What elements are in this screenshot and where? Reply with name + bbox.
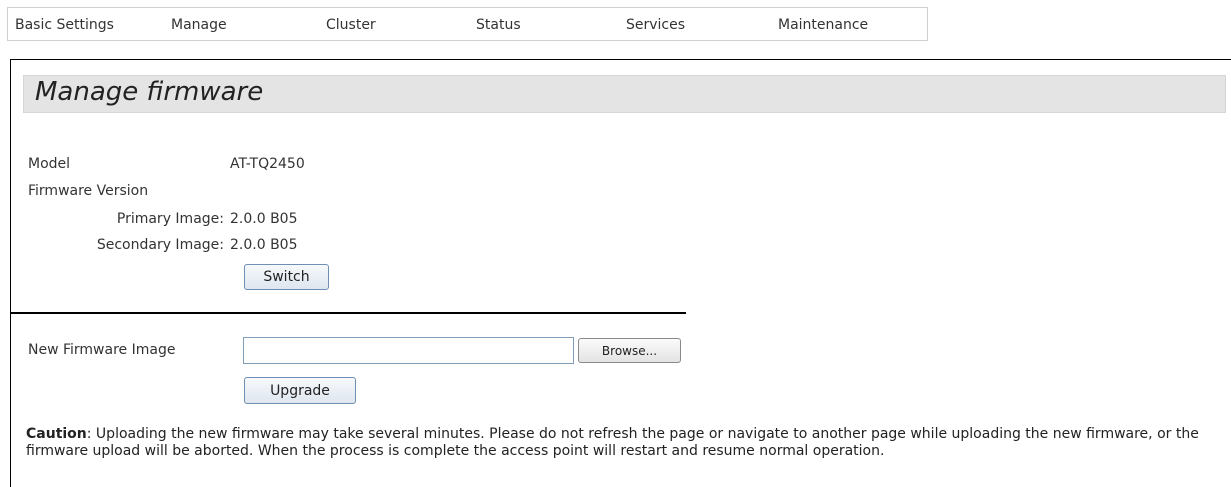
nav-basic-settings[interactable]: Basic Settings <box>15 17 114 33</box>
firmware-version-label: Firmware Version <box>28 183 149 199</box>
new-firmware-image-label: New Firmware Image <box>28 342 176 358</box>
model-label: Model <box>28 156 71 172</box>
top-navigation: Basic Settings Manage Cluster Status Ser… <box>7 7 928 41</box>
model-value: AT-TQ2450 <box>230 156 305 172</box>
secondary-image-value: 2.0.0 B05 <box>230 237 298 253</box>
caution-text: : Uploading the new firmware may take se… <box>26 426 1199 459</box>
caution-prefix: Caution <box>26 426 87 442</box>
secondary-image-label: Secondary Image: <box>96 237 224 253</box>
firmware-file-input[interactable] <box>243 337 574 364</box>
page-title-bar: Manage firmware <box>23 75 1226 113</box>
nav-status[interactable]: Status <box>476 17 521 33</box>
nav-cluster[interactable]: Cluster <box>326 17 376 33</box>
content-panel: Manage firmware Model AT-TQ2450 Firmware… <box>10 59 1231 487</box>
nav-services[interactable]: Services <box>626 17 685 33</box>
primary-image-value: 2.0.0 B05 <box>230 211 298 227</box>
primary-image-label: Primary Image: <box>116 211 224 227</box>
switch-button[interactable]: Switch <box>244 264 329 290</box>
caution-message: Caution: Uploading the new firmware may … <box>26 426 1201 460</box>
section-divider <box>11 312 686 314</box>
page-title: Manage firmware <box>35 77 264 107</box>
upgrade-button[interactable]: Upgrade <box>244 377 356 404</box>
nav-maintenance[interactable]: Maintenance <box>778 17 868 33</box>
nav-manage[interactable]: Manage <box>171 17 227 33</box>
browse-button[interactable]: Browse... <box>578 338 681 363</box>
